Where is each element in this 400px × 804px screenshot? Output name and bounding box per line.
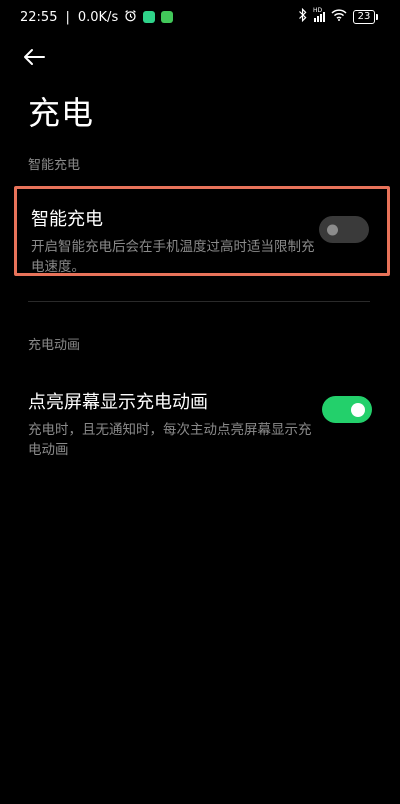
section-header-charging-animation: 充电动画 <box>28 338 81 353</box>
network-type-label: HD <box>313 7 323 14</box>
section-divider <box>28 301 370 302</box>
app-notification-icon <box>143 11 156 23</box>
wifi-icon <box>331 9 347 25</box>
back-button[interactable] <box>22 44 58 74</box>
alarm-icon <box>124 9 137 26</box>
charging-animation-toggle[interactable] <box>322 396 372 423</box>
status-net-speed: 0.0K/s <box>77 9 119 25</box>
back-arrow-icon <box>22 48 46 70</box>
status-left: 22:55 | 0.0K/s <box>20 9 174 26</box>
cellular-signal-icon: HD <box>313 7 325 22</box>
status-right: HD 23 <box>298 7 378 26</box>
bluetooth-icon <box>298 7 308 26</box>
status-bar: 22:55 | 0.0K/s HD 23 <box>0 0 400 34</box>
wechat-notification-icon <box>161 11 174 23</box>
battery-icon: 23 <box>353 10 378 24</box>
status-time: 22:55 <box>20 9 58 25</box>
section-header-smart-charging: 智能充电 <box>28 158 81 173</box>
battery-level: 23 <box>353 10 375 24</box>
setting-row-smart-charging[interactable]: 智能充电 开启智能充电后会在手机温度过高时适当限制充电速度。 <box>14 186 390 276</box>
toggle-knob <box>327 224 338 235</box>
setting-description: 开启智能充电后会在手机温度过高时适当限制充电速度。 <box>31 239 315 275</box>
toggle-knob <box>351 402 365 417</box>
page-title: 充电 <box>28 94 95 132</box>
setting-row-charging-animation[interactable]: 点亮屏幕显示充电动画 充电时，且无通知时，每次主动点亮屏幕显示充电动画 <box>14 372 390 462</box>
smart-charging-toggle[interactable] <box>319 216 369 243</box>
status-separator: | <box>65 9 70 25</box>
setting-description: 充电时，且无通知时，每次主动点亮屏幕显示充电动画 <box>28 422 312 458</box>
